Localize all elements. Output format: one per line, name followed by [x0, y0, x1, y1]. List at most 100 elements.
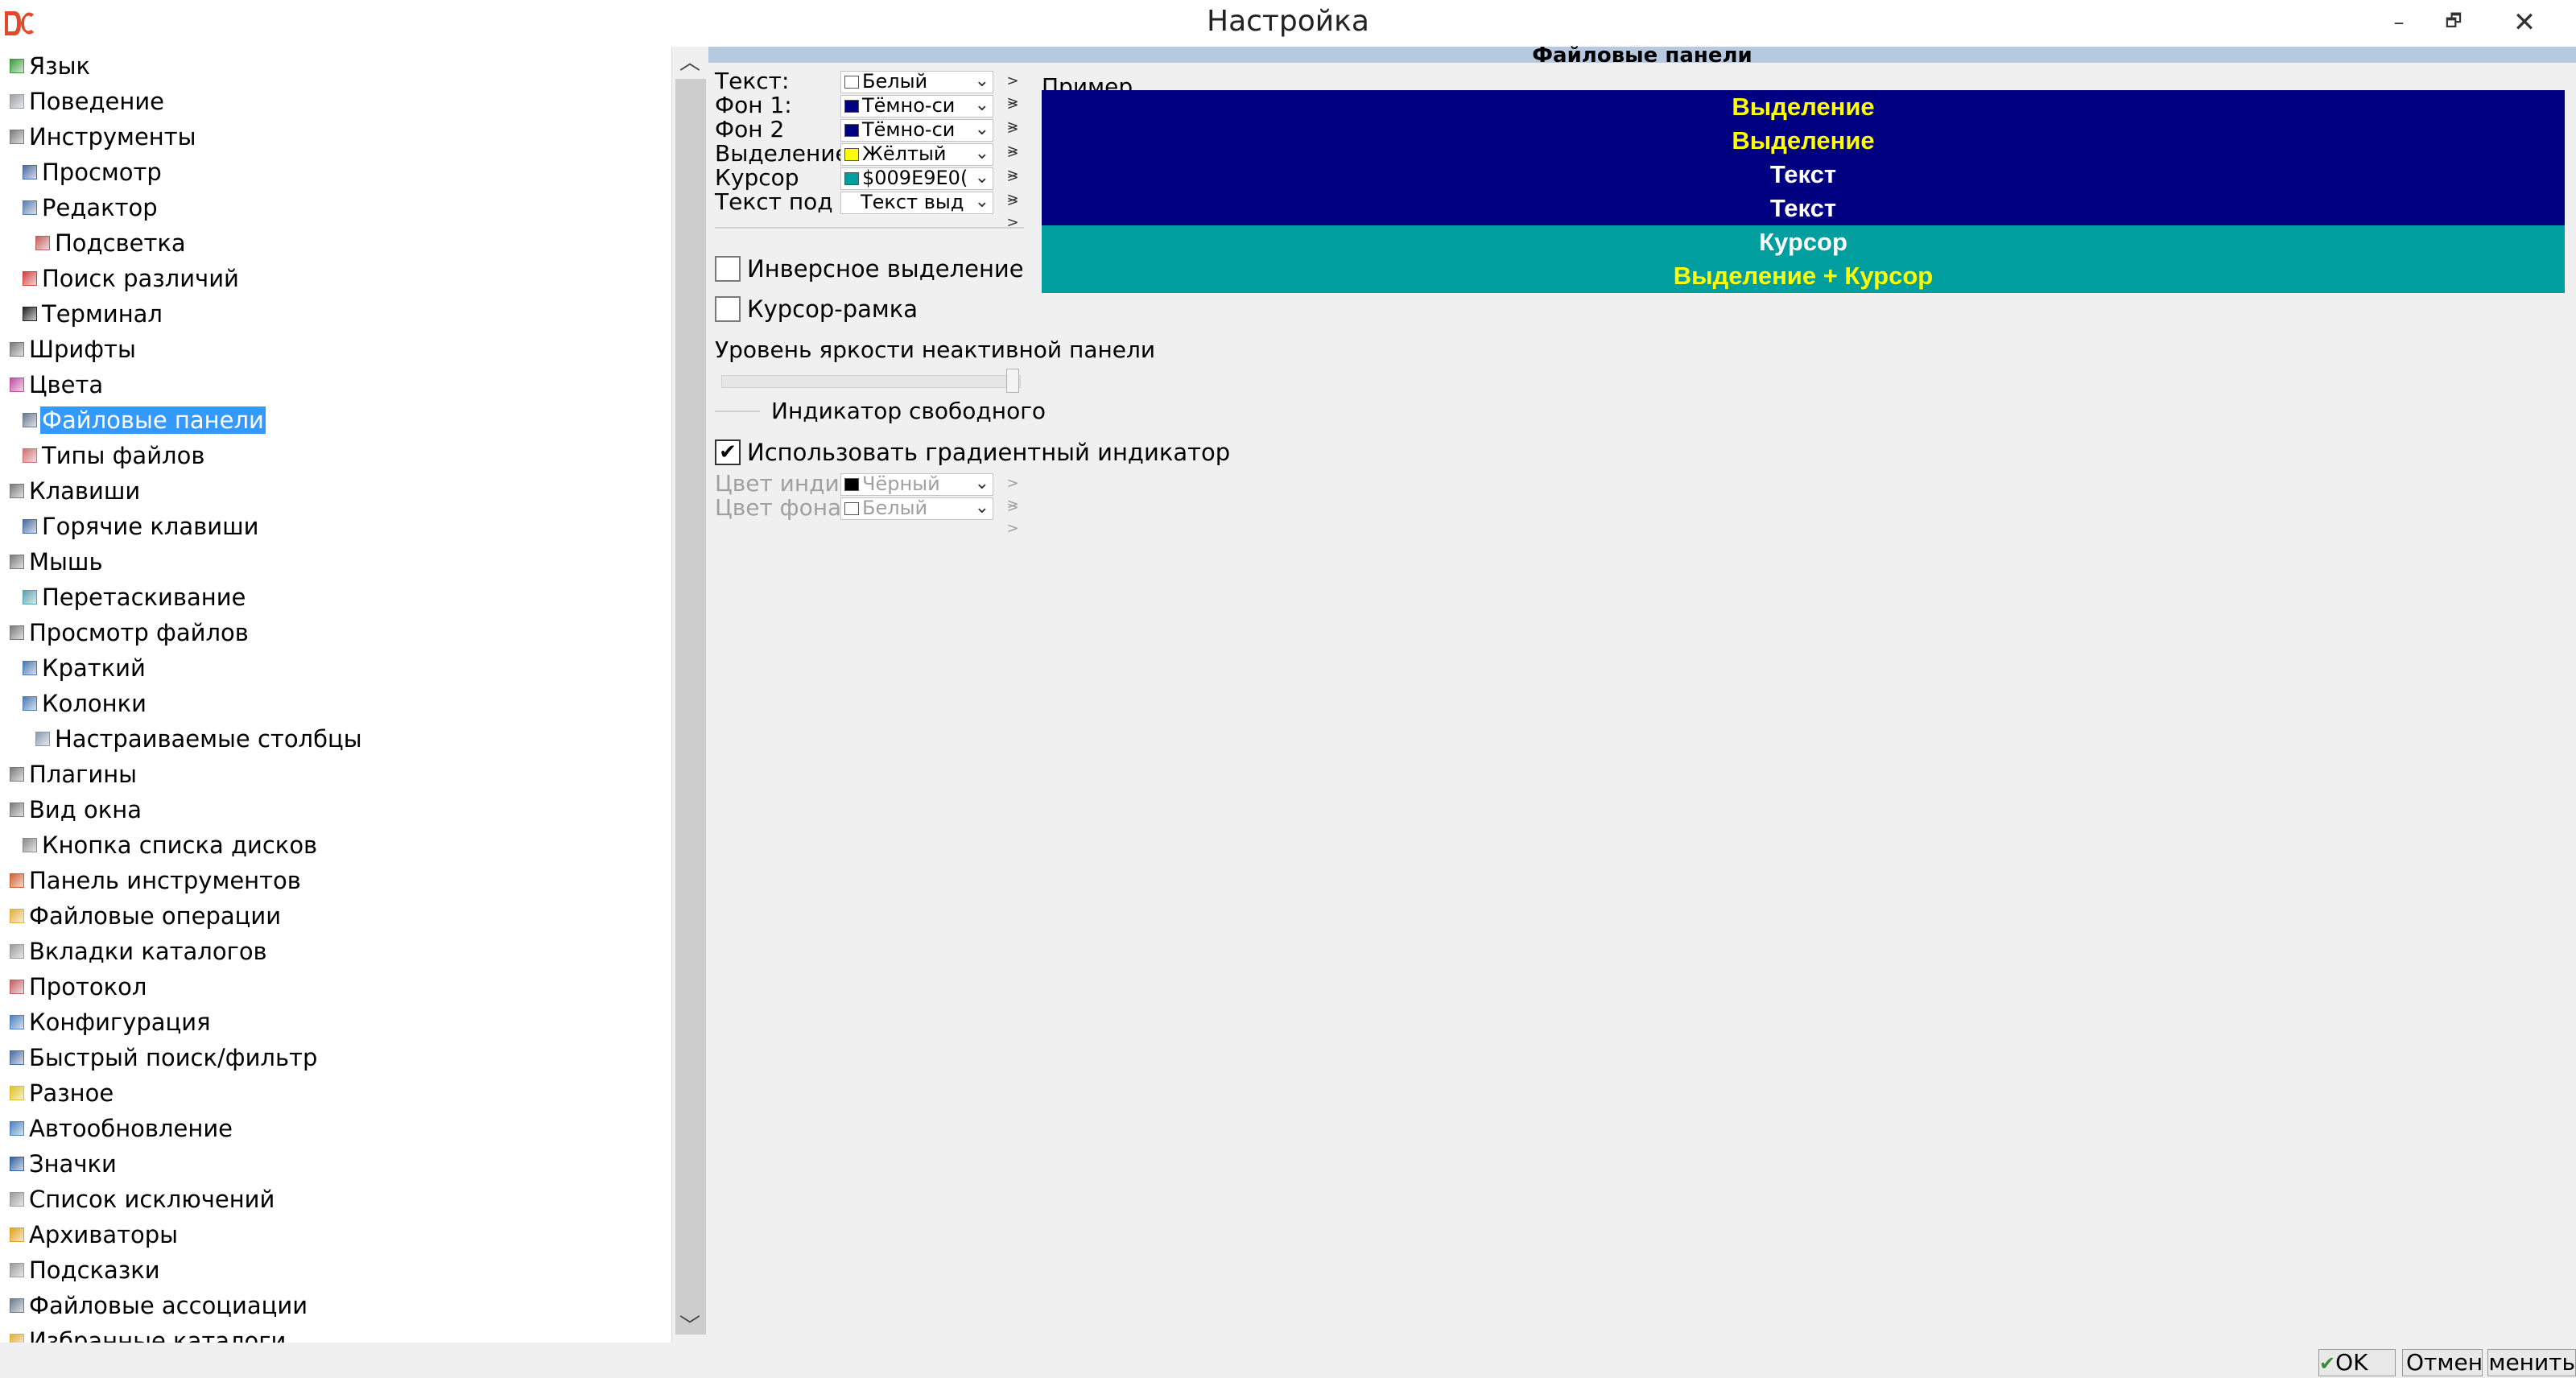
tree-item-3[interactable]: Просмотр — [23, 155, 163, 190]
tree-item-label: Шрифты — [29, 336, 136, 363]
file-operations-icon — [10, 909, 24, 923]
preview-row: Выделение — [1042, 124, 2565, 158]
tree-item-32[interactable]: Список исключений — [10, 1182, 276, 1217]
settings-tree[interactable]: Язык Поведение Инструменты Просмотр Редактор… — [0, 47, 673, 1343]
tree-item-label: Конфигурация — [29, 1009, 211, 1036]
tree-item-label: Файловые ассоциации — [29, 1292, 308, 1319]
color-combo-value: Жёлтый — [862, 143, 947, 165]
tree-item-1[interactable]: Поведение — [10, 84, 166, 119]
color-more-button-2[interactable]: > > — [1001, 119, 1024, 159]
close-button[interactable]: ✕ — [2507, 6, 2542, 39]
minimize-button[interactable]: – — [2381, 6, 2417, 39]
cancel-button[interactable]: Отмена — [2402, 1349, 2483, 1376]
color-combo-0[interactable]: Белый ⌄ — [840, 71, 993, 93]
brightness-slider-thumb[interactable] — [1006, 369, 1019, 393]
ignore-list-icon — [10, 1192, 24, 1207]
tree-item-5[interactable]: Подсветка — [35, 225, 188, 261]
tree-item-16[interactable]: Просмотр файлов — [10, 615, 250, 650]
tree-item-20[interactable]: Плагины — [10, 757, 138, 792]
chevron-down-icon: ⌄ — [974, 497, 989, 518]
tree-item-33[interactable]: Архиваторы — [10, 1217, 180, 1252]
brightness-slider-track[interactable] — [721, 375, 1021, 388]
tree-item-25[interactable]: Вкладки каталогов — [10, 934, 269, 969]
tree-item-7[interactable]: Терминал — [23, 296, 164, 332]
tree-item-24[interactable]: Файловые операции — [10, 898, 283, 934]
indicator-bg-more-button[interactable]: > > — [1001, 497, 1024, 537]
color-more-button-0[interactable]: > > — [1001, 71, 1024, 110]
editor-icon — [23, 200, 37, 215]
tree-item-13[interactable]: Горячие клавиши — [23, 509, 260, 544]
tree-item-4[interactable]: Редактор — [23, 190, 159, 225]
tree-item-8[interactable]: Шрифты — [10, 332, 138, 367]
color-combo-1[interactable]: Тёмно-си ⌄ — [840, 95, 993, 118]
tree-item-14[interactable]: Мышь — [10, 544, 105, 580]
tree-item-label: Краткий — [42, 654, 146, 682]
scroll-thumb[interactable] — [675, 79, 706, 1335]
tree-item-6[interactable]: Поиск различий — [23, 261, 241, 296]
gradient-checkbox[interactable]: ✔ — [715, 439, 741, 465]
tree-item-29[interactable]: Разное — [10, 1075, 115, 1111]
tree-item-label: Горячие клавиши — [42, 513, 259, 540]
ok-button[interactable]: ✔OK — [2318, 1349, 2396, 1376]
tree-item-31[interactable]: Значки — [10, 1146, 118, 1182]
scroll-down-icon[interactable]: ﹀ — [672, 1310, 708, 1343]
color-combo-value: Текст выд — [861, 192, 964, 213]
restore-button[interactable]: 🗗 — [2436, 6, 2471, 39]
fonts-icon — [10, 342, 24, 357]
tree-item-0[interactable]: Язык — [10, 48, 92, 84]
tree-item-10[interactable]: Файловые панели — [23, 402, 266, 438]
indicator-color-more-button[interactable]: > > — [1001, 473, 1024, 513]
window-title: Настройка — [1207, 5, 1369, 38]
drag-drop-icon — [23, 590, 37, 604]
colors-icon — [10, 378, 24, 392]
color-swatch — [844, 502, 859, 515]
color-more-button-5[interactable]: > > — [1001, 192, 1024, 231]
indicator-color-combo[interactable]: Чёрный ⌄ — [840, 473, 993, 496]
tree-item-35[interactable]: Файловые ассоциации — [10, 1288, 309, 1323]
tree-item-36[interactable]: Избранные каталоги — [10, 1323, 287, 1343]
tree-item-34[interactable]: Подсказки — [10, 1252, 162, 1288]
color-combo-4[interactable]: $009E9E0( ⌄ — [840, 167, 993, 190]
chevron-down-icon: ⌄ — [974, 473, 989, 493]
color-more-button-3[interactable]: > > — [1001, 143, 1024, 183]
tree-item-2[interactable]: Инструменты — [10, 119, 198, 155]
group-divider — [715, 411, 760, 412]
tree-item-9[interactable]: Цвета — [10, 367, 105, 402]
color-combo-value: $009E9E0( — [862, 167, 968, 189]
apply-button[interactable]: Применить — [2487, 1349, 2576, 1376]
color-combo-3[interactable]: Жёлтый ⌄ — [840, 143, 993, 166]
chevron-down-icon: ⌄ — [974, 167, 989, 188]
tree-item-18[interactable]: Колонки — [23, 686, 148, 721]
file-panels-icon — [23, 413, 37, 427]
scroll-up-icon[interactable]: ︿ — [672, 47, 708, 79]
tree-item-11[interactable]: Типы файлов — [23, 438, 206, 473]
indicator-bg-combo[interactable]: Белый ⌄ — [840, 497, 993, 520]
color-more-button-1[interactable]: > > — [1001, 95, 1024, 134]
tree-item-19[interactable]: Настраиваемые столбцы — [35, 721, 364, 757]
color-more-button-4[interactable]: > > — [1001, 167, 1024, 207]
tree-item-label: Клавиши — [29, 477, 141, 505]
tree-item-12[interactable]: Клавиши — [10, 473, 142, 509]
inverse-selection-checkbox[interactable] — [715, 256, 741, 282]
tree-item-22[interactable]: Кнопка списка дисков — [23, 827, 319, 863]
tree-item-15[interactable]: Перетаскивание — [23, 580, 247, 615]
tree-item-23[interactable]: Панель инструментов — [10, 863, 303, 898]
behavior-icon — [10, 94, 24, 109]
tree-item-17[interactable]: Краткий — [23, 650, 147, 686]
color-combo-5[interactable]: Текст выд ⌄ — [840, 192, 993, 214]
frame-cursor-checkbox[interactable] — [715, 296, 741, 322]
tree-item-26[interactable]: Протокол — [10, 969, 148, 1005]
color-label-4: Курсор — [715, 164, 799, 191]
tree-item-label: Вид окна — [29, 796, 142, 823]
tree-item-21[interactable]: Вид окна — [10, 792, 143, 827]
color-label-0: Текст: — [715, 68, 790, 94]
color-swatch — [844, 478, 859, 491]
tree-scrollbar[interactable]: ︿ ﹀ — [671, 47, 708, 1343]
checkmark-icon: ✔ — [719, 440, 737, 464]
tree-item-27[interactable]: Конфигурация — [10, 1005, 213, 1040]
preview-row: Текст — [1042, 192, 2565, 225]
tree-item-28[interactable]: Быстрый поиск/фильтр — [10, 1040, 319, 1075]
color-combo-2[interactable]: Тёмно-си ⌄ — [840, 119, 993, 142]
tree-item-30[interactable]: Автообновление — [10, 1111, 234, 1146]
brightness-label: Уровень яркости неактивной панели — [715, 336, 1156, 363]
